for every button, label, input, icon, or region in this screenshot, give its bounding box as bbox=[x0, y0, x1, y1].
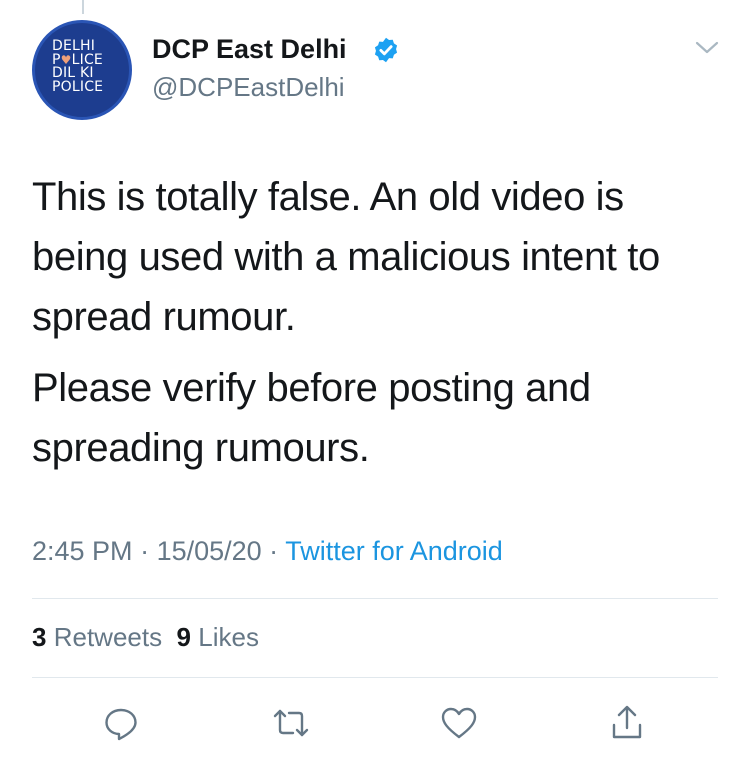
tweet-source-link[interactable]: Twitter for Android bbox=[285, 536, 503, 566]
author-handle[interactable]: @DCPEastDelhi bbox=[152, 72, 345, 103]
likes-stat[interactable]: 9 Likes bbox=[177, 622, 259, 652]
tweet-time[interactable]: 2:45 PM bbox=[32, 536, 133, 566]
retweets-label: Retweets bbox=[53, 622, 163, 652]
thread-connector-line bbox=[82, 0, 84, 14]
chevron-down-icon[interactable] bbox=[693, 38, 721, 58]
avatar[interactable]: DELHI P♥LICE DIL KI POLICE bbox=[32, 20, 132, 120]
retweets-count: 3 bbox=[32, 622, 47, 652]
divider bbox=[32, 598, 718, 599]
engagement-stats: 3 Retweets 9 Likes bbox=[32, 622, 259, 653]
divider bbox=[32, 677, 718, 678]
share-icon[interactable] bbox=[607, 703, 647, 743]
avatar-logo-text: DELHI P♥LICE DIL KI POLICE bbox=[52, 38, 104, 95]
tweet-paragraph: This is totally false. An old video is b… bbox=[32, 175, 660, 339]
author-display-name[interactable]: DCP East Delhi bbox=[152, 34, 347, 65]
likes-count: 9 bbox=[176, 622, 192, 652]
meta-separator: · bbox=[261, 536, 286, 566]
retweet-icon[interactable] bbox=[271, 703, 311, 743]
tweet-metadata: 2:45 PM · 15/05/20 · Twitter for Android bbox=[32, 536, 503, 567]
like-icon[interactable] bbox=[439, 703, 479, 743]
tweet-text: This is totally false. An old video is b… bbox=[32, 167, 722, 478]
verified-badge-icon bbox=[374, 37, 398, 63]
retweets-stat[interactable]: 3 Retweets bbox=[32, 622, 162, 652]
likes-label: Likes bbox=[198, 622, 259, 652]
tweet-date[interactable]: 15/05/20 bbox=[157, 536, 262, 566]
reply-icon[interactable] bbox=[101, 703, 141, 743]
meta-separator: · bbox=[132, 536, 157, 566]
tweet-paragraph: Please verify before posting and spreadi… bbox=[32, 366, 591, 470]
